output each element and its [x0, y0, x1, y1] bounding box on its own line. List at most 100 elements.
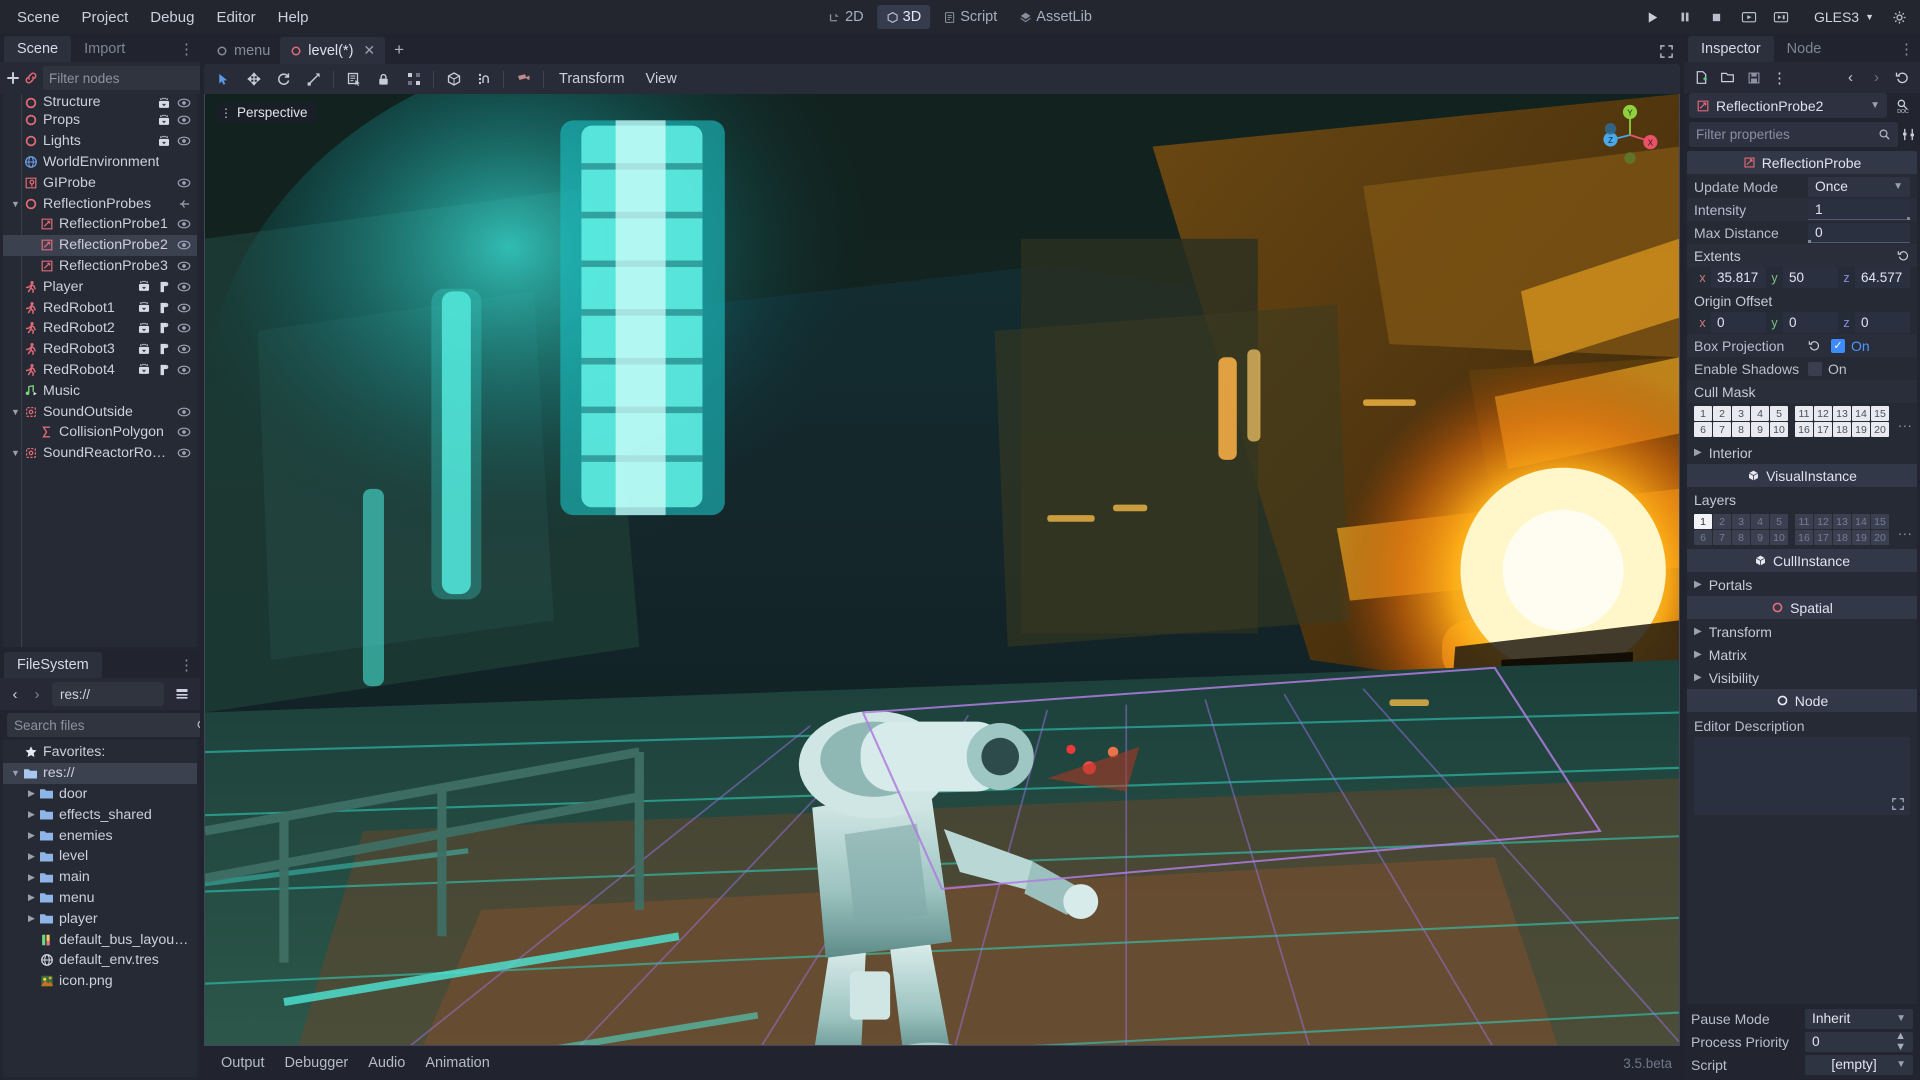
- mode-assetlib-button[interactable]: AssetLib: [1010, 5, 1101, 29]
- filesystem-item-player[interactable]: ▶ player: [3, 908, 197, 929]
- filter-properties-field[interactable]: [1689, 122, 1898, 147]
- section-transform[interactable]: ▶ Transform: [1687, 620, 1917, 643]
- layer-bit-18[interactable]: 18: [1833, 530, 1851, 545]
- layer-bit-16[interactable]: 16: [1795, 530, 1813, 545]
- bottom-tab-audio[interactable]: Audio: [359, 1051, 414, 1075]
- filesystem-item-level[interactable]: ▶ level: [3, 846, 197, 867]
- expand-arrow-icon[interactable]: ▼: [9, 768, 22, 778]
- property-box-projection[interactable]: Box Projection ✓ On: [1687, 334, 1917, 357]
- layer-bit-9[interactable]: 9: [1751, 530, 1769, 545]
- inspector-selected-object[interactable]: ReflectionProbe2 ▼: [1689, 93, 1887, 118]
- layer-bit-14[interactable]: 14: [1852, 514, 1870, 529]
- property-pause-mode[interactable]: Pause Mode Inherit ▼: [1684, 1007, 1920, 1030]
- cull-mask-bit-18[interactable]: 18: [1833, 422, 1851, 437]
- scene-tree-item-collisionpolygon[interactable]: ▶CollisionPolygon: [3, 422, 197, 443]
- layer-bit-12[interactable]: 12: [1814, 514, 1832, 529]
- cull-mask-more-button[interactable]: ...: [1898, 414, 1913, 430]
- scene-tree-item-redrobot4[interactable]: ▶RedRobot4: [3, 360, 197, 381]
- view-axis-gizmo[interactable]: Y X Z: [1599, 104, 1661, 166]
- group-icon[interactable]: [137, 280, 151, 294]
- filesystem-item-res-[interactable]: ▼ res://: [3, 762, 197, 784]
- menu-editor[interactable]: Editor: [205, 5, 266, 30]
- visibility-icon[interactable]: [177, 405, 191, 419]
- script-icon[interactable]: [157, 301, 171, 315]
- cull-mask-bit-9[interactable]: 9: [1751, 422, 1769, 437]
- property-max-distance[interactable]: Max Distance 0: [1687, 221, 1917, 244]
- editor-settings-gear-icon[interactable]: [1884, 4, 1914, 30]
- rotate-mode-icon[interactable]: [269, 67, 298, 91]
- filesystem-tree[interactable]: ▶Favorites:▼res://▶door▶effects_shared▶e…: [3, 740, 197, 1077]
- collapse-icon[interactable]: [177, 197, 191, 211]
- visibility-icon[interactable]: [177, 342, 191, 356]
- scene-tree-item-redrobot2[interactable]: ▶RedRobot2: [3, 318, 197, 339]
- layer-bit-11[interactable]: 11: [1795, 514, 1813, 529]
- bottom-tab-debugger[interactable]: Debugger: [276, 1051, 358, 1075]
- expand-arrow-icon[interactable]: ▶: [25, 872, 38, 883]
- layer-bit-10[interactable]: 10: [1770, 530, 1788, 545]
- 3d-viewport[interactable]: ⋮ Perspective Y X Z: [204, 94, 1680, 1046]
- mode-script-button[interactable]: Script: [934, 5, 1006, 29]
- inspector-menu-icon[interactable]: ⋮: [1899, 42, 1914, 57]
- enable-shadows-checkbox[interactable]: [1808, 361, 1822, 376]
- visibility-icon[interactable]: [177, 446, 191, 460]
- property-process-priority[interactable]: Process Priority 0 ▲ ▼: [1684, 1030, 1920, 1053]
- cull-mask-bit-8[interactable]: 8: [1732, 422, 1750, 437]
- expand-arrow-icon[interactable]: ▼: [9, 448, 22, 458]
- group-icon[interactable]: [157, 113, 171, 127]
- group-icon[interactable]: [399, 67, 428, 91]
- menu-project[interactable]: Project: [71, 5, 140, 30]
- load-resource-icon[interactable]: [1715, 66, 1740, 89]
- play-scene-icon[interactable]: [1734, 4, 1764, 30]
- menu-scene[interactable]: Scene: [6, 5, 71, 30]
- expand-arrow-icon[interactable]: ▶: [25, 809, 38, 820]
- layers-block-b[interactable]: 11 12 13 14 15 16 17 18 19 20: [1795, 514, 1889, 545]
- resource-tools-icon[interactable]: ⋮: [1767, 66, 1792, 89]
- visibility-icon[interactable]: [177, 363, 191, 377]
- property-value[interactable]: 1: [1808, 199, 1910, 220]
- local-space-icon[interactable]: [439, 67, 468, 91]
- cull-mask-bit-2[interactable]: 2: [1713, 406, 1731, 421]
- filesystem-item-door[interactable]: ▶ door: [3, 784, 197, 805]
- expand-arrow-icon[interactable]: ▶: [25, 830, 38, 841]
- tab-import[interactable]: Import: [71, 36, 138, 62]
- cull-mask-bit-1[interactable]: 1: [1694, 406, 1712, 421]
- group-icon[interactable]: [137, 342, 151, 356]
- mode-3d-button[interactable]: 3D: [876, 5, 931, 29]
- close-icon[interactable]: ✕: [363, 42, 375, 59]
- visibility-icon[interactable]: [177, 280, 191, 294]
- scene-dock-menu-icon[interactable]: ⋮: [179, 42, 194, 57]
- visibility-icon[interactable]: [177, 96, 191, 110]
- layer-bit-7[interactable]: 7: [1713, 530, 1731, 545]
- property-value[interactable]: Inherit ▼: [1805, 1008, 1913, 1029]
- history-next-icon[interactable]: ›: [1864, 66, 1889, 89]
- layer-bit-15[interactable]: 15: [1871, 514, 1889, 529]
- stop-icon[interactable]: [1702, 4, 1732, 30]
- viewport-perspective-label[interactable]: ⋮ Perspective: [215, 102, 317, 123]
- add-node-icon[interactable]: [5, 66, 21, 90]
- visibility-icon[interactable]: [177, 113, 191, 127]
- history-icon[interactable]: [1890, 66, 1915, 89]
- visibility-icon[interactable]: [177, 134, 191, 148]
- scene-tree-item-reflectionprobe2[interactable]: ▶ReflectionProbe2: [3, 234, 197, 256]
- cull-mask-bit-20[interactable]: 20: [1871, 422, 1889, 437]
- cull-mask-bit-13[interactable]: 13: [1833, 406, 1851, 421]
- save-resource-icon[interactable]: [1741, 66, 1766, 89]
- property-enable-shadows[interactable]: Enable Shadows On: [1687, 357, 1917, 380]
- scene-tree[interactable]: ▶Structure▶Props▶Lights▶WorldEnvironment…: [3, 94, 197, 647]
- layers-block-a[interactable]: 12345 6 7 8 9 10: [1694, 514, 1788, 545]
- scene-tree-item-redrobot3[interactable]: ▶RedRobot3: [3, 339, 197, 360]
- filter-properties-input[interactable]: [1696, 127, 1873, 142]
- property-update-mode[interactable]: Update Mode Once ▼: [1687, 175, 1917, 198]
- tab-inspector[interactable]: Inspector: [1688, 36, 1774, 62]
- layer-bit-20[interactable]: 20: [1871, 530, 1889, 545]
- cull-mask-block-a[interactable]: 12345 6 7 8 9 10: [1694, 406, 1788, 437]
- tab-node[interactable]: Node: [1774, 36, 1835, 62]
- layer-bit-8[interactable]: 8: [1732, 530, 1750, 545]
- scene-tree-item-lights[interactable]: ▶Lights: [3, 131, 197, 152]
- cull-mask-bit-10[interactable]: 10: [1770, 422, 1788, 437]
- visibility-icon[interactable]: [177, 217, 191, 231]
- move-mode-icon[interactable]: [239, 67, 268, 91]
- group-icon[interactable]: [157, 96, 171, 110]
- renderer-selector[interactable]: GLES3 ▼: [1806, 6, 1882, 28]
- layer-bit-3[interactable]: 3: [1732, 514, 1750, 529]
